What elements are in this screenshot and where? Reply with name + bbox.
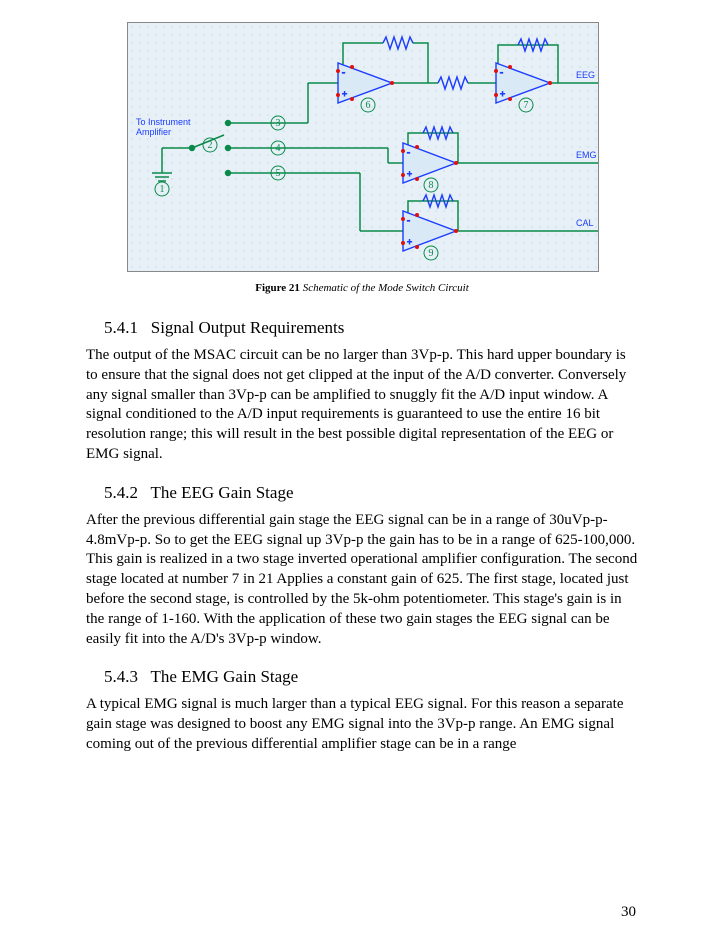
node-6-label: 6 [366, 100, 371, 111]
svg-text:-: - [407, 147, 410, 157]
figure-label: Figure 21 [255, 282, 300, 294]
instr-label-1: To Instrument [136, 117, 191, 127]
svg-text:+: + [407, 169, 412, 179]
node-9-label: 9 [429, 248, 434, 259]
svg-text:+: + [342, 89, 347, 99]
svg-text:-: - [500, 67, 503, 77]
node-7-label: 7 [524, 100, 529, 111]
schematic-canvas: - + - + - + - + 1 2 3 4 5 6 7 8 9 [127, 22, 599, 272]
node-1-label: 1 [160, 184, 165, 195]
heading-5-4-3: 5.4.3 The EMG Gain Stage [104, 667, 638, 687]
node-3-label: 3 [276, 118, 281, 129]
para-5-4-1: The output of the MSAC circuit can be no… [86, 346, 638, 465]
heading-5-4-1: 5.4.1 Signal Output Requirements [104, 318, 638, 338]
heading-5-4-2: 5.4.2 The EEG Gain Stage [104, 483, 638, 503]
node-2-label: 2 [208, 140, 213, 151]
heading-num-3: 5.4.3 [104, 667, 138, 686]
schematic-svg: - + - + - + - + 1 2 3 4 5 6 7 8 9 [128, 23, 598, 271]
node-5-label: 5 [276, 168, 281, 179]
figure-caption-text: Schematic of the Mode Switch Circuit [303, 282, 469, 294]
cal-label: CAL [576, 218, 594, 228]
node-4-label: 4 [276, 143, 281, 154]
svg-text:+: + [500, 89, 505, 99]
heading-num-2: 5.4.2 [104, 483, 138, 502]
svg-text:-: - [342, 67, 345, 77]
eeg-label: EEG [576, 70, 595, 80]
heading-title-2: The EEG Gain Stage [150, 483, 293, 502]
heading-title-1: Signal Output Requirements [151, 318, 345, 337]
heading-num-1: 5.4.1 [104, 318, 138, 337]
para-5-4-2: After the previous differential gain sta… [86, 511, 638, 650]
svg-text:-: - [407, 215, 410, 225]
page-number: 30 [621, 904, 636, 921]
figure-21: - + - + - + - + 1 2 3 4 5 6 7 8 9 [127, 22, 597, 294]
para-5-4-3: A typical EMG signal is much larger than… [86, 695, 638, 754]
instr-label-2: Amplifier [136, 127, 171, 137]
heading-title-3: The EMG Gain Stage [150, 667, 298, 686]
node-8-label: 8 [429, 180, 434, 191]
figure-caption: Figure 21 Schematic of the Mode Switch C… [127, 282, 597, 294]
svg-text:+: + [407, 237, 412, 247]
emg-label: EMG [576, 150, 597, 160]
